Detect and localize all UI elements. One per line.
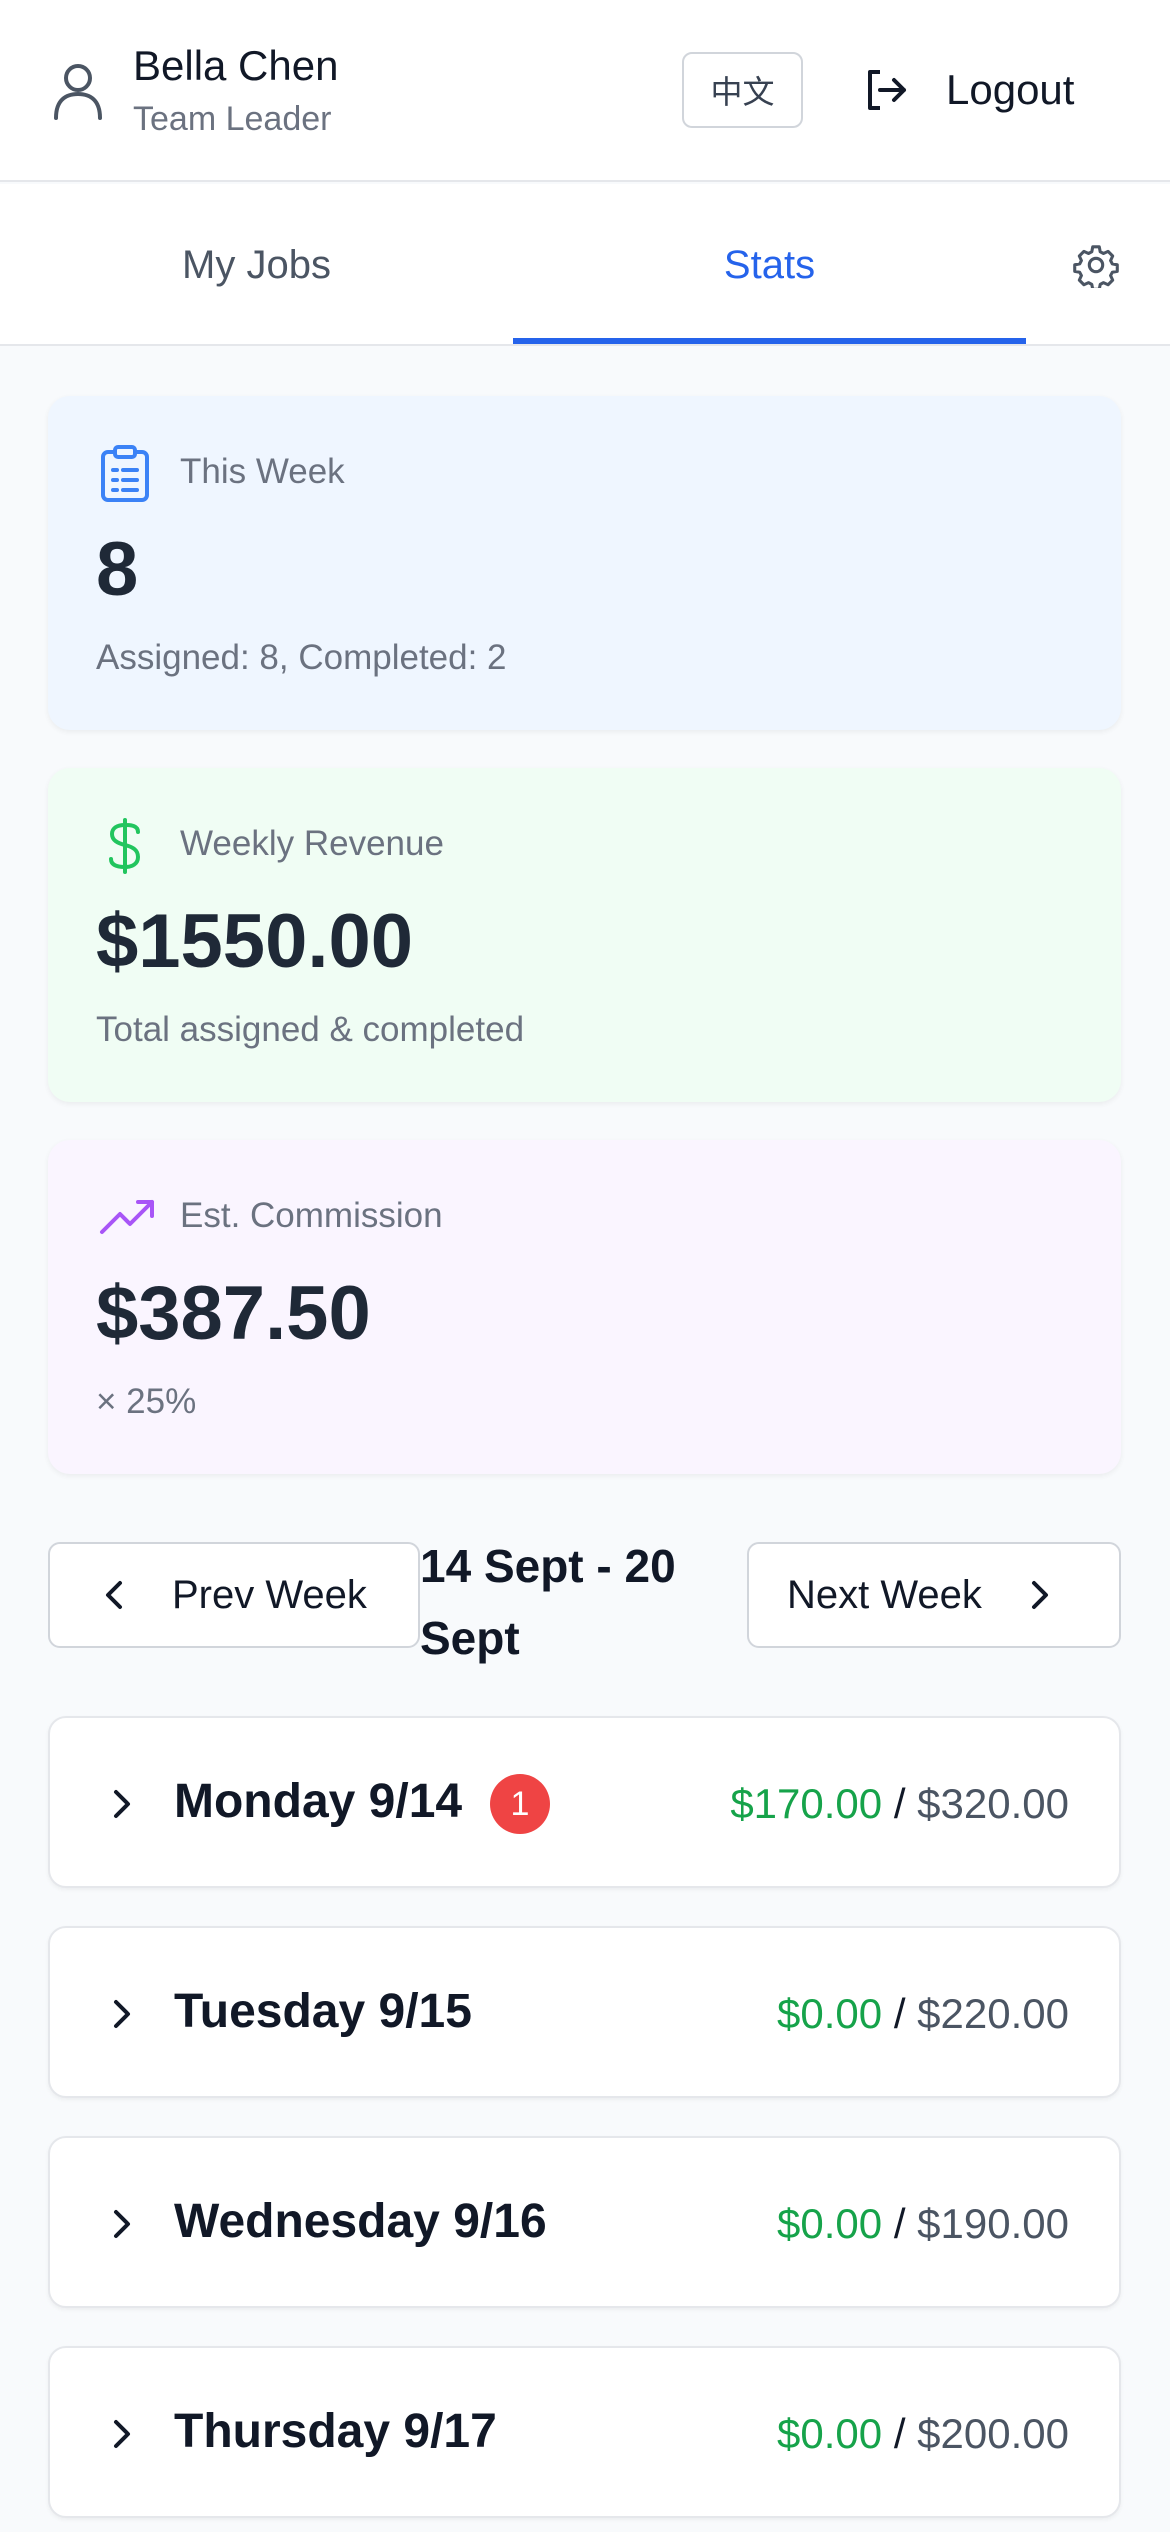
stat-value: $387.50 (96, 1271, 371, 1356)
amount-separator: / (893, 2200, 906, 2247)
user-role: Team Leader (133, 100, 332, 138)
chevron-left-icon (106, 1581, 122, 1609)
logout-icon (868, 70, 906, 110)
completed-amount: $0.00 (777, 2200, 883, 2247)
stat-subtext: Total assigned & completed (96, 1010, 525, 1049)
stat-card-commission: Est. Commission $387.50 × 25% (48, 1140, 1121, 1474)
completed-amount: $0.00 (777, 1990, 883, 2037)
chevron-right-icon (1031, 1581, 1048, 1609)
chevron-right-icon (114, 2000, 130, 2028)
next-week-label: Next Week (787, 1572, 982, 1617)
amount-separator: / (893, 1780, 906, 1827)
week-range: 14 Sept - 20 Sept (420, 1540, 676, 1664)
day-label: Monday 9/14 (174, 1775, 463, 1828)
stat-card-this-week: This Week 8 Assigned: 8, Completed: 2 (48, 396, 1121, 730)
completed-amount: $0.00 (777, 2410, 883, 2457)
stat-label: This Week (180, 452, 345, 491)
stat-card-weekly-revenue: Weekly Revenue $1550.00 Total assigned &… (48, 768, 1121, 1102)
day-row-wednesday[interactable]: Wednesday 9/16 $0.00 / $190.00 (48, 2136, 1121, 2308)
day-amounts: $170.00 / $320.00 (730, 1780, 1069, 1828)
day-amounts: $0.00 / $190.00 (777, 2200, 1069, 2248)
trending-up-icon (100, 1200, 154, 1234)
chevron-right-icon (114, 2420, 130, 2448)
stat-subtext: Assigned: 8, Completed: 2 (96, 638, 507, 677)
tab-my-jobs[interactable]: My Jobs (0, 184, 513, 346)
stat-subtext: × 25% (96, 1382, 197, 1421)
chevron-right-icon (114, 2210, 130, 2238)
stat-label: Weekly Revenue (180, 824, 444, 863)
amount-separator: / (893, 2410, 906, 2457)
logout-button[interactable]: Logout (862, 58, 1074, 122)
total-amount: $220.00 (917, 1990, 1069, 2037)
stat-value: $1550.00 (96, 899, 413, 984)
day-row-tuesday[interactable]: Tuesday 9/15 $0.00 / $220.00 (48, 1926, 1121, 2098)
next-week-button[interactable]: Next Week (747, 1542, 1121, 1648)
user-name: Bella Chen (133, 42, 339, 89)
completed-amount: $170.00 (730, 1780, 883, 1827)
stat-label: Est. Commission (180, 1196, 443, 1235)
day-label: Thursday 9/17 (174, 2405, 497, 2458)
total-amount: $190.00 (917, 2200, 1069, 2247)
language-toggle-button[interactable]: 中文 (682, 52, 803, 128)
user-icon (54, 64, 102, 120)
prev-week-label: Prev Week (172, 1572, 367, 1617)
prev-week-button[interactable]: Prev Week (48, 1542, 420, 1648)
active-tab-indicator (513, 338, 1026, 344)
total-amount: $320.00 (917, 1780, 1069, 1827)
logout-label: Logout (946, 66, 1075, 113)
tab-bar: My Jobs Stats (0, 184, 1170, 346)
app-header: Bella Chen Team Leader 中文 Logout (0, 0, 1170, 182)
day-label: Wednesday 9/16 (174, 2195, 547, 2248)
day-amounts: $0.00 / $200.00 (777, 2410, 1069, 2458)
day-label: Tuesday 9/15 (174, 1985, 472, 2038)
gear-icon (1073, 245, 1119, 288)
settings-button[interactable] (1056, 184, 1136, 346)
day-row-monday[interactable]: Monday 9/14 1 $170.00 / $320.00 (48, 1716, 1121, 1888)
stat-value: 8 (96, 527, 139, 612)
day-amounts: $0.00 / $220.00 (777, 1990, 1069, 2038)
clipboard-icon (101, 445, 149, 502)
amount-separator: / (893, 1990, 906, 2037)
total-amount: $200.00 (917, 2410, 1069, 2457)
day-badge: 1 (490, 1774, 550, 1834)
tab-stats[interactable]: Stats (513, 184, 1026, 346)
day-row-thursday[interactable]: Thursday 9/17 $0.00 / $200.00 (48, 2346, 1121, 2518)
dollar-icon (109, 818, 141, 874)
chevron-right-icon (114, 1790, 130, 1818)
